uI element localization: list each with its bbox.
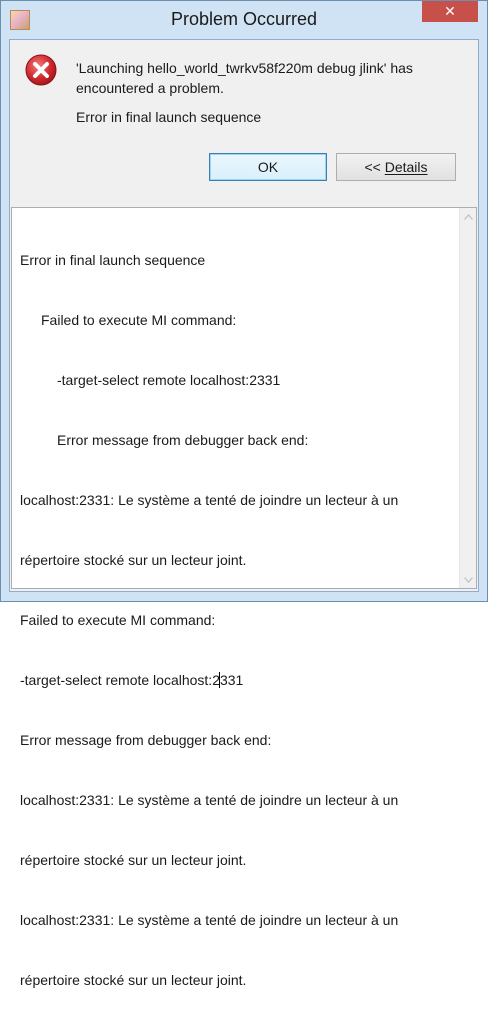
details-line: Error message from debugger back end: — [57, 432, 309, 448]
error-summary: Error in final launch sequence — [76, 109, 262, 125]
details-line: répertoire stocké sur un lecteur joint. — [20, 972, 247, 988]
details-line: localhost:2331: Le système a tenté de jo… — [20, 912, 399, 928]
details-line: localhost:2331: Le système a tenté de jo… — [20, 792, 399, 808]
details-line: Error in final launch sequence — [20, 252, 206, 268]
details-line: Error message from debugger back end: — [20, 732, 272, 748]
close-button[interactable]: ✕ — [422, 1, 478, 22]
details-line-part: 331 — [219, 672, 244, 688]
details-button[interactable]: << Details — [336, 153, 456, 181]
details-text[interactable]: Error in final launch sequence Failed to… — [20, 210, 450, 1030]
scroll-down-button[interactable] — [460, 571, 476, 588]
ok-button[interactable]: OK — [209, 153, 327, 181]
details-line: Failed to execute MI command: — [20, 612, 216, 628]
close-icon: ✕ — [444, 3, 456, 19]
vertical-scrollbar[interactable] — [459, 208, 476, 588]
details-prefix: << — [364, 159, 385, 175]
error-icon — [25, 54, 57, 86]
details-label: Details — [384, 159, 428, 175]
scroll-up-button[interactable] — [460, 208, 476, 225]
details-line-with-caret: -target-select remote localhost:2331 — [20, 670, 450, 690]
error-message: 'Launching hello_world_twrkv58f220m debu… — [76, 60, 413, 96]
dialog-client-area: 'Launching hello_world_twrkv58f220m debu… — [9, 39, 479, 988]
details-line-part: -target-select remote localhost:2 — [20, 672, 220, 688]
details-line: répertoire stocké sur un lecteur joint. — [20, 852, 247, 868]
title-bar[interactable]: Problem Occurred ✕ — [1, 1, 487, 39]
details-line: Failed to execute MI command: — [41, 312, 237, 328]
window-title: Problem Occurred — [170, 9, 318, 29]
problem-dialog-window: Problem Occurred ✕ 'Launching hello_worl… — [0, 0, 488, 988]
details-line: -target-select remote localhost:2331 — [57, 372, 281, 388]
scroll-up-icon — [463, 213, 473, 220]
details-line: localhost:2331: Le système a tenté de jo… — [20, 492, 399, 508]
details-text-area[interactable]: Error in final launch sequence Failed to… — [11, 207, 477, 988]
details-line: répertoire stocké sur un lecteur joint. — [20, 552, 247, 568]
scroll-down-icon — [463, 576, 473, 583]
